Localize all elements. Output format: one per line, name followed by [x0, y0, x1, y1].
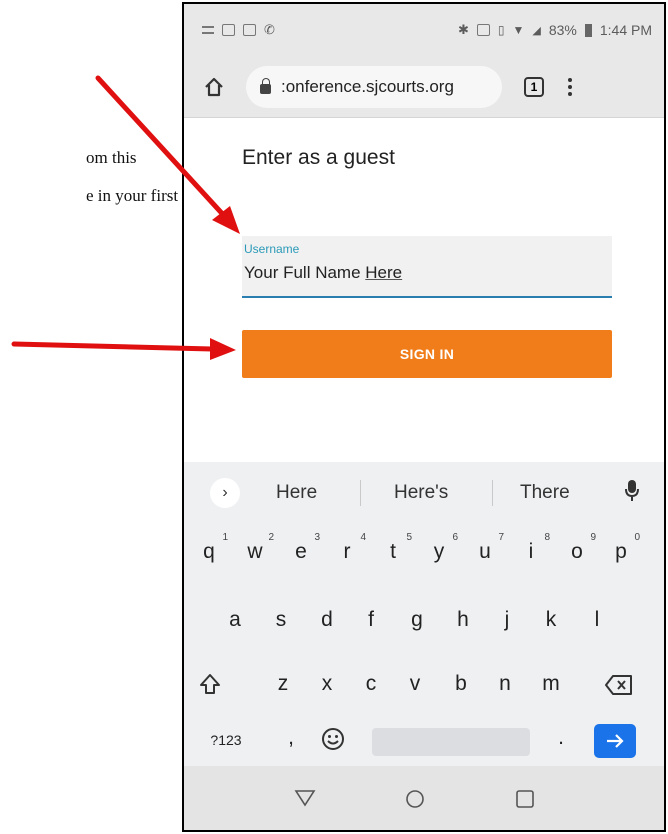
gallery-icon: [243, 24, 256, 36]
period-key[interactable]: .: [546, 726, 576, 750]
key-z[interactable]: z: [268, 672, 298, 696]
key-row-2: a s d f g h j k l: [184, 584, 664, 644]
battery-icon: [584, 23, 592, 37]
emoji-icon[interactable]: [320, 726, 346, 752]
url-text: :onference.sjcourts.org: [281, 76, 454, 96]
key-q[interactable]: q1: [194, 532, 228, 564]
battery-percent: 83%: [548, 22, 577, 38]
phone-screenshot: ✆ ✱ ▯ ▼ ◢ 83% 1:44 PM :onference.sjcourt…: [182, 2, 666, 832]
system-navigation-bar: [184, 766, 664, 830]
key-r[interactable]: r4: [332, 532, 367, 564]
key-k[interactable]: k: [536, 608, 566, 632]
key-n[interactable]: n: [490, 672, 520, 696]
suggestion-1[interactable]: Here: [276, 482, 317, 504]
username-label: Username: [244, 242, 300, 256]
backspace-icon[interactable]: [604, 674, 634, 696]
key-row-4: ?123 , .: [184, 710, 664, 770]
on-screen-keyboard: › Here Here's There q1 w2 e3 r4 t5 y6 u7…: [184, 462, 664, 766]
home-icon: [205, 77, 223, 96]
bluetooth-icon: ✱: [457, 22, 469, 37]
key-u[interactable]: u7: [470, 532, 504, 564]
key-b[interactable]: b: [446, 672, 476, 696]
symbols-key[interactable]: ?123: [206, 732, 246, 748]
key-t[interactable]: t5: [378, 532, 412, 564]
key-c[interactable]: c: [356, 672, 386, 696]
key-a[interactable]: a: [220, 608, 250, 632]
key-row-1: q1 w2 e3 r4 t5 y6 u7 i8 o9 p0: [184, 524, 664, 584]
key-j[interactable]: j: [492, 608, 522, 632]
shift-icon[interactable]: [198, 672, 222, 696]
key-v[interactable]: v: [400, 672, 430, 696]
nfc-icon: [476, 24, 490, 36]
key-g[interactable]: g: [402, 608, 432, 632]
key-h[interactable]: h: [448, 608, 478, 632]
instruction-text-line-2: e in your first: [86, 186, 179, 205]
notification-icon: [202, 26, 214, 34]
comma-key[interactable]: ,: [276, 726, 306, 750]
missed-call-icon: ✆: [264, 22, 275, 37]
suggestion-2[interactable]: Here's: [394, 482, 448, 504]
key-f[interactable]: f: [356, 608, 386, 632]
vibrate-icon: ▯: [497, 23, 505, 37]
key-d[interactable]: d: [312, 608, 342, 632]
browser-toolbar: :onference.sjcourts.org 1: [184, 56, 664, 118]
key-i[interactable]: i8: [516, 532, 550, 564]
space-bar[interactable]: [372, 728, 530, 756]
key-s[interactable]: s: [266, 608, 296, 632]
arrow-right-icon: [607, 734, 624, 748]
key-l[interactable]: l: [582, 608, 612, 632]
calendar-icon: [222, 24, 235, 36]
home-button[interactable]: [200, 73, 228, 101]
suggestion-3[interactable]: There: [520, 482, 570, 504]
username-value-prefix: Your Full Name: [244, 263, 366, 282]
tab-switcher-button[interactable]: 1: [524, 76, 544, 97]
page-title: Enter as a guest: [242, 146, 395, 169]
key-p[interactable]: p0: [606, 532, 640, 564]
key-w[interactable]: w2: [240, 532, 274, 564]
username-value: Your Full Name Here: [244, 263, 612, 283]
clock: 1:44 PM: [599, 22, 652, 38]
key-o[interactable]: o9: [562, 532, 596, 564]
instruction-text-line-1: om this: [86, 148, 137, 167]
home-circle-icon[interactable]: [404, 788, 426, 810]
key-x[interactable]: x: [312, 672, 342, 696]
overflow-menu-button[interactable]: [568, 77, 572, 96]
wifi-icon: ▼: [512, 23, 525, 37]
suggestion-divider: [360, 480, 361, 506]
lock-icon: [260, 77, 271, 94]
key-y[interactable]: y6: [424, 532, 458, 564]
address-bar[interactable]: :onference.sjcourts.org: [246, 65, 502, 108]
key-e[interactable]: e3: [286, 532, 320, 564]
microphone-icon[interactable]: [624, 478, 640, 504]
key-row-3: z x c v b n m: [184, 650, 664, 710]
sign-in-button[interactable]: SIGN IN: [242, 330, 612, 378]
username-value-underlined: Here: [365, 263, 403, 282]
suggestion-divider: [492, 480, 493, 506]
back-triangle-icon[interactable]: [294, 788, 316, 808]
enter-button[interactable]: [594, 724, 636, 758]
suggestion-strip: › Here Here's There: [184, 462, 664, 524]
status-bar: ✆ ✱ ▯ ▼ ◢ 83% 1:44 PM: [184, 4, 664, 56]
recents-square-icon[interactable]: [514, 788, 536, 810]
signal-icon: ◢: [532, 24, 541, 37]
key-m[interactable]: m: [536, 672, 566, 696]
username-field[interactable]: Username Your Full Name Here: [242, 236, 612, 298]
chevron-right-icon[interactable]: ›: [210, 478, 240, 508]
